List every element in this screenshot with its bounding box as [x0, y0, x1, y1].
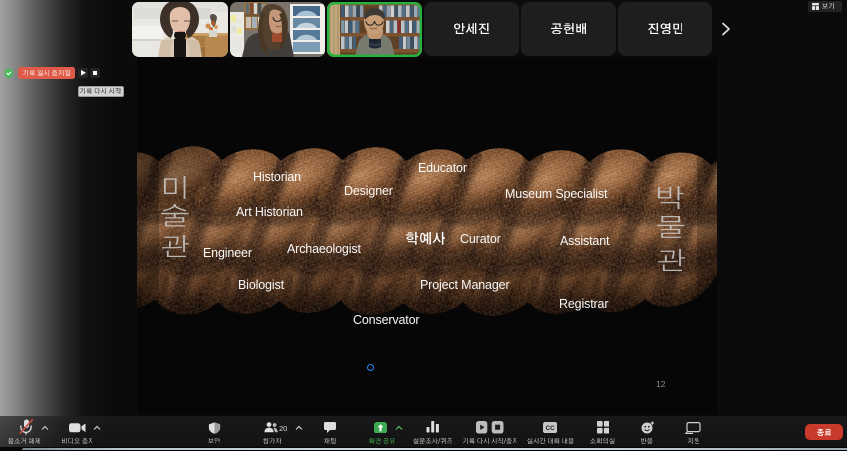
- svg-text:CC: CC: [546, 425, 555, 432]
